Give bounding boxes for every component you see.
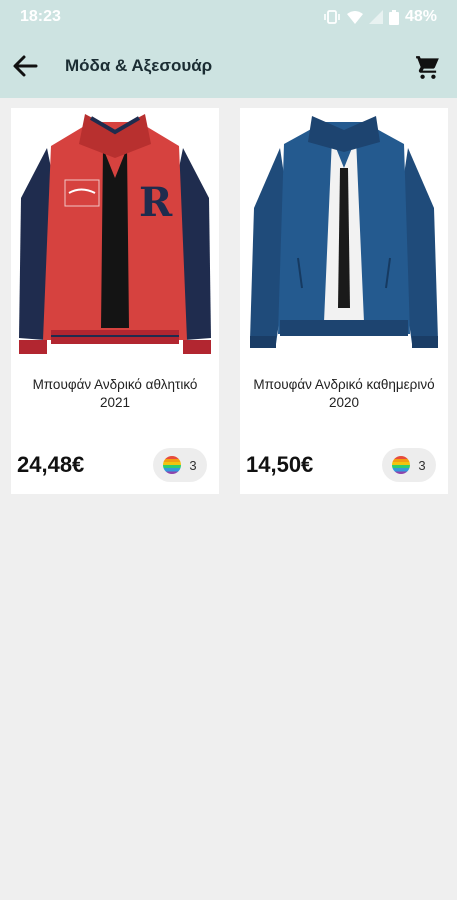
cart-icon[interactable]: [415, 54, 441, 80]
product-image-red-jacket[interactable]: R: [11, 108, 219, 358]
status-time: 18:23: [20, 8, 61, 25]
product-name[interactable]: Μπουφάν Ανδρικό αθλητικό 2021: [19, 376, 211, 412]
status-icons: 48%: [323, 8, 437, 26]
product-price: 24,48€: [17, 452, 85, 477]
wifi-icon: [346, 11, 363, 24]
signal-icon: [368, 10, 383, 24]
product-name[interactable]: Μπουφάν Ανδρικό καθημερινό 2020: [248, 376, 440, 412]
product-card[interactable]: R Μπουφάν Ανδρικό αθλητικό 2021 24,48€ 3: [11, 108, 219, 494]
svg-text:R: R: [139, 179, 173, 226]
app-bar: Μόδα & Αξεσουάρ: [0, 34, 457, 98]
product-card[interactable]: Μπουφάν Ανδρικό καθημερινό 2020 14,50€ 3: [240, 108, 448, 494]
product-image-blue-jacket[interactable]: [240, 108, 448, 358]
status-bar: 18:23 48%: [0, 0, 457, 34]
back-arrow-icon[interactable]: [10, 52, 40, 80]
battery-icon: [388, 9, 399, 25]
color-palette-icon: [163, 456, 182, 474]
vibrate-icon: [324, 10, 340, 24]
variant-count: 3: [189, 457, 197, 473]
color-palette-icon: [392, 456, 411, 474]
color-variants-badge[interactable]: 3: [382, 448, 436, 482]
battery-percent: 48%: [404, 8, 437, 25]
product-price: 14,50€: [246, 452, 314, 477]
color-variants-badge[interactable]: 3: [153, 448, 207, 482]
variant-count: 3: [418, 457, 426, 473]
page-title: Μόδα & Αξεσουάρ: [65, 56, 213, 75]
